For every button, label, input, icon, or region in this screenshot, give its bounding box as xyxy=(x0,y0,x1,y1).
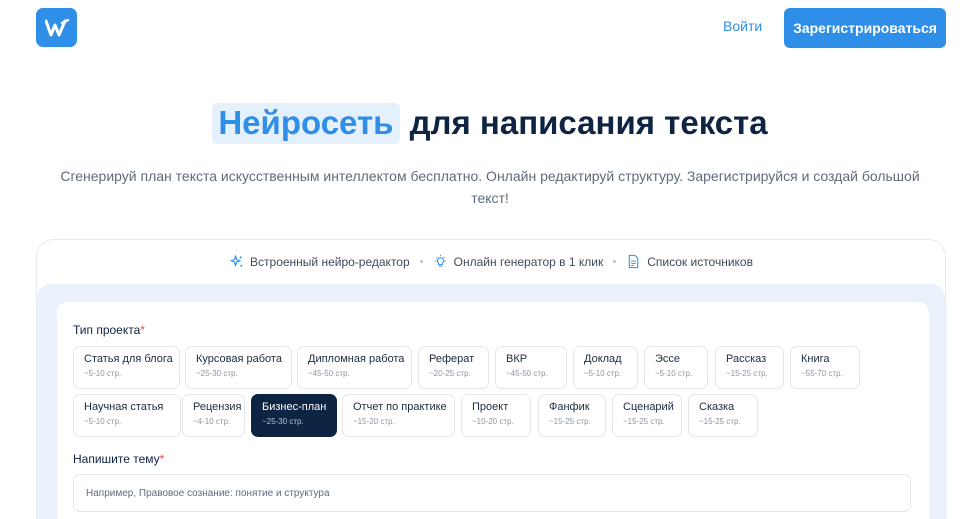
chip-pages: ~20-25 стр. xyxy=(429,369,471,378)
chip-pages: ~5-10 стр. xyxy=(84,417,122,426)
chip-pages: ~15-20 стр. xyxy=(353,417,395,426)
required-mark: * xyxy=(159,452,165,466)
login-link[interactable]: Войти xyxy=(723,18,762,34)
chip-pages: ~5-10 стр. xyxy=(84,369,122,378)
chip-pages: ~15-25 стр. xyxy=(726,369,768,378)
chip-pages: ~55-70 стр. xyxy=(801,369,843,378)
project-type-chip[interactable]: Эссе ~5-10 стр. xyxy=(644,346,708,389)
feature-label: Список источников xyxy=(647,254,753,269)
chip-pages: ~5-10 стр. xyxy=(584,369,622,378)
chip-pages: ~45-50 стр. xyxy=(506,369,548,378)
project-type-chip[interactable]: Рассказ ~15-25 стр. xyxy=(715,346,784,389)
project-type-chip[interactable]: Сказка ~15-25 стр. xyxy=(688,394,758,437)
logo-w-icon xyxy=(44,18,69,36)
project-type-chip[interactable]: Фанфик ~15-25 стр. xyxy=(538,394,606,437)
generator-card: Встроенный нейро-редактор Онлайн генерат… xyxy=(36,239,946,519)
chip-title: ВКР xyxy=(506,353,528,365)
feature-label: Онлайн генератор в 1 клик xyxy=(453,254,604,269)
project-type-chip[interactable]: Статья для блога ~5-10 стр. xyxy=(73,346,180,389)
feature-generator: Онлайн генератор в 1 клик xyxy=(433,254,604,269)
topic-input[interactable] xyxy=(73,474,911,512)
sparkle-icon xyxy=(230,255,243,267)
project-type-chip[interactable]: ВКР ~45-50 стр. xyxy=(495,346,567,389)
chip-title: Сценарий xyxy=(623,401,674,413)
feature-editor: Встроенный нейро-редактор xyxy=(229,254,410,269)
project-type-chip[interactable]: Рецензия ~4-10 стр. xyxy=(182,394,245,437)
topic-label-text: Напишите тему xyxy=(73,452,160,466)
document-icon xyxy=(629,254,639,269)
chip-pages: ~4-10 стр. xyxy=(193,417,231,426)
chip-title: Научная статья xyxy=(84,401,164,413)
generator-form: Тип проекта* Статья для блога ~5-10 стр. … xyxy=(57,302,929,519)
chip-pages: ~25-30 стр. xyxy=(196,369,238,378)
chip-title: Бизнес-план xyxy=(262,401,327,413)
chip-title: Реферат xyxy=(429,353,475,365)
project-type-chip[interactable]: Реферат ~20-25 стр. xyxy=(418,346,489,389)
features-bar: Встроенный нейро-редактор Онлайн генерат… xyxy=(37,254,945,269)
chip-title: Эссе xyxy=(655,353,681,365)
page-title: Нейросеть для написания текста xyxy=(0,103,980,144)
chip-title: Доклад xyxy=(584,353,622,365)
chip-title: Дипломная работа xyxy=(308,353,405,365)
chip-title: Книга xyxy=(801,353,830,365)
feature-sources: Список источников xyxy=(626,254,753,269)
lightbulb-icon xyxy=(434,254,446,267)
chip-title: Проект xyxy=(472,401,509,413)
project-type-chip[interactable]: Отчет по практике ~15-20 стр. xyxy=(342,394,455,437)
topic-label: Напишите тему* xyxy=(73,452,164,466)
feature-label: Встроенный нейро-редактор xyxy=(250,254,410,269)
chip-title: Фанфик xyxy=(549,401,590,413)
project-type-chip[interactable]: Курсовая работа ~25-30 стр. xyxy=(185,346,292,389)
chip-pages: ~15-25 стр. xyxy=(549,417,591,426)
chip-pages: ~5-10 стр. xyxy=(655,369,693,378)
chip-title: Рецензия xyxy=(193,401,242,413)
logo[interactable] xyxy=(36,8,77,47)
title-rest: для написания текста xyxy=(400,104,768,141)
page-subtitle: Сгенерируй план текста искусственным инт… xyxy=(60,168,920,206)
chip-pages: ~15-25 стр. xyxy=(623,417,665,426)
project-type-chip[interactable]: Научная статья ~5-10 стр. xyxy=(73,394,181,437)
project-type-chip[interactable]: Сценарий ~15-25 стр. xyxy=(612,394,682,437)
header: Войти Зарегистрироваться xyxy=(0,0,980,56)
project-type-chip[interactable]: Дипломная работа ~45-50 стр. xyxy=(297,346,412,389)
project-type-chip[interactable]: Доклад ~5-10 стр. xyxy=(573,346,638,389)
required-mark: * xyxy=(140,323,145,337)
chip-pages: ~25-30 стр. xyxy=(262,417,304,426)
register-button[interactable]: Зарегистрироваться xyxy=(784,8,946,48)
project-type-chip[interactable]: Проект ~10-20 стр. xyxy=(461,394,531,437)
chip-title: Отчет по практике xyxy=(353,401,447,413)
chip-pages: ~45-50 стр. xyxy=(308,369,350,378)
project-type-chip-selected[interactable]: Бизнес-план ~25-30 стр. xyxy=(251,394,337,437)
chip-pages: ~15-25 стр. xyxy=(699,417,741,426)
form-background: Тип проекта* Статья для блога ~5-10 стр. … xyxy=(37,284,945,519)
chip-title: Рассказ xyxy=(726,353,767,365)
title-highlight: Нейросеть xyxy=(212,103,401,144)
project-type-chip[interactable]: Книга ~55-70 стр. xyxy=(790,346,860,389)
project-type-label-text: Тип проекта xyxy=(73,323,141,337)
separator-dot xyxy=(419,260,423,263)
separator-dot xyxy=(613,260,617,263)
chip-pages: ~10-20 стр. xyxy=(472,417,514,426)
chip-title: Курсовая работа xyxy=(196,353,282,365)
chip-title: Статья для блога xyxy=(84,353,173,365)
project-type-label: Тип проекта* xyxy=(73,323,145,337)
chip-title: Сказка xyxy=(699,401,735,413)
